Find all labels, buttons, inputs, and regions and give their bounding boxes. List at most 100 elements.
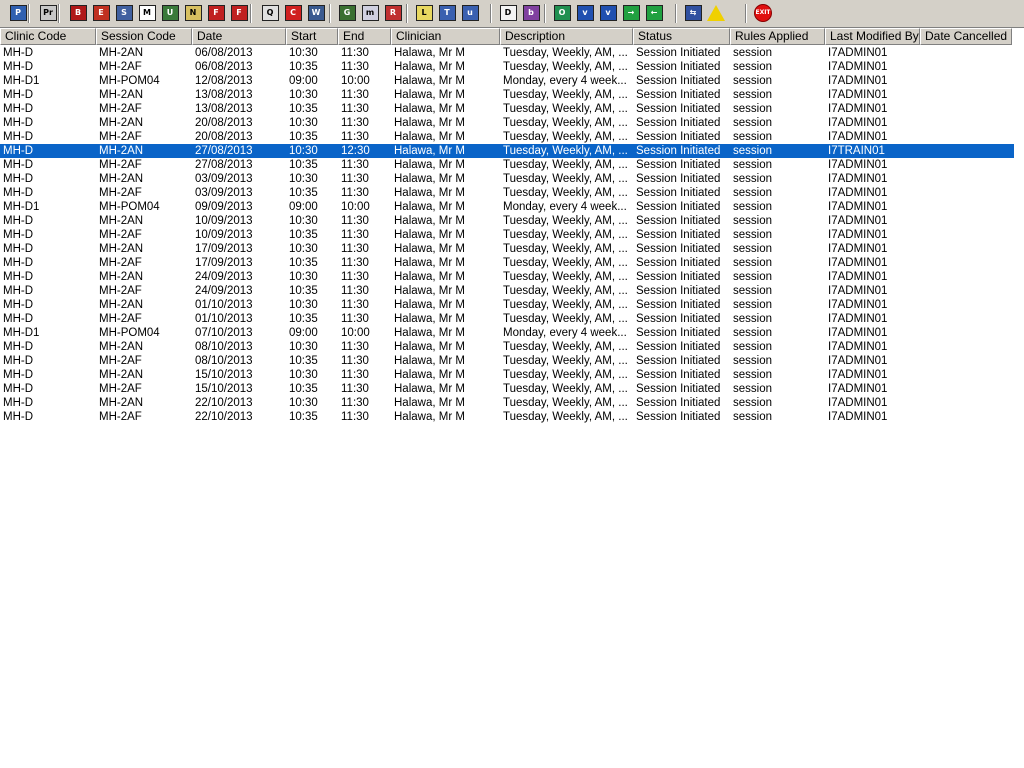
toolbar-button-window[interactable]: W <box>306 3 326 23</box>
cell-clinician: Halawa, Mr M <box>394 313 465 325</box>
flag-icon: F <box>207 5 225 21</box>
table-row[interactable]: MH-D MH-2AF 17/09/2013 10:35 11:30 Halawa, Mr… <box>0 256 1014 270</box>
toolbar-button-book[interactable]: B <box>68 3 88 23</box>
cell-date-cancelled <box>920 200 1012 214</box>
toolbar-button-transfer[interactable]: T <box>437 3 457 23</box>
toolbar-button-refresh[interactable]: R <box>383 3 403 23</box>
toolbar-button-patient[interactable]: P <box>8 3 28 23</box>
table-row[interactable]: MH-D MH-2AF 06/08/2013 10:35 11:30 Halawa, Mr… <box>0 60 1014 74</box>
column-header-status[interactable]: Status <box>633 28 730 45</box>
cell-start: 10:35 <box>289 285 318 297</box>
cell-status: Session Initiated <box>636 397 721 409</box>
toolbar-button-note[interactable]: N <box>183 3 203 23</box>
table-row[interactable]: MH-D MH-2AF 01/10/2013 10:35 11:30 Halawa, Mr… <box>0 312 1014 326</box>
table-row[interactable]: MH-D MH-2AF 08/10/2013 10:35 11:30 Halawa, Mr… <box>0 354 1014 368</box>
table-row[interactable]: MH-D MH-2AN 03/09/2013 10:30 11:30 Halawa, Mr… <box>0 172 1014 186</box>
toolbar-button-search[interactable]: Q <box>260 3 280 23</box>
toolbar-button-clock[interactable]: C <box>283 3 303 23</box>
cell-status: Session Initiated <box>636 173 721 185</box>
toolbar-button-check-window[interactable]: v <box>575 3 595 23</box>
toolbar-button-globe[interactable]: O <box>552 3 572 23</box>
book-icon: B <box>69 5 87 21</box>
cell-last-modified-by: I7ADMIN01 <box>828 173 888 185</box>
toolbar-button-back[interactable]: ← <box>644 3 664 23</box>
cell-description: Tuesday, Weekly, AM, ... <box>503 369 628 381</box>
cell-start: 10:35 <box>289 187 318 199</box>
toolbar-button-swap[interactable]: ⇆ <box>683 3 703 23</box>
table-row[interactable]: MH-D MH-2AF 03/09/2013 10:35 11:30 Halawa, Mr… <box>0 186 1014 200</box>
column-header-session-code[interactable]: Session Code <box>96 28 192 45</box>
flag-icon: F <box>230 5 248 21</box>
table-row[interactable]: MH-D1 MH-POM04 07/10/2013 09:00 10:00 Halawa,… <box>0 326 1014 340</box>
cell-date: 06/08/2013 <box>195 61 253 73</box>
cell-description: Tuesday, Weekly, AM, ... <box>503 341 628 353</box>
toolbar-button-chart[interactable]: G <box>337 3 357 23</box>
table-row[interactable]: MH-D1 MH-POM04 12/08/2013 09:00 10:00 Halawa,… <box>0 74 1014 88</box>
table-row[interactable]: MH-D MH-2AN 15/10/2013 10:30 11:30 Halawa, Mr… <box>0 368 1014 382</box>
toolbar-button-screen[interactable]: S <box>114 3 134 23</box>
table-row[interactable]: MH-D MH-2AF 24/09/2013 10:35 11:30 Halawa, Mr… <box>0 284 1014 298</box>
table-row[interactable]: MH-D MH-2AF 13/08/2013 10:35 11:30 Halawa, Mr… <box>0 102 1014 116</box>
column-header-clinician[interactable]: Clinician <box>391 28 500 45</box>
table-row[interactable]: MH-D MH-2AF 22/10/2013 10:35 11:30 Halawa, Mr… <box>0 410 1014 424</box>
column-header-rules-applied[interactable]: Rules Applied <box>730 28 825 45</box>
table-row[interactable]: MH-D1 MH-POM04 09/09/2013 09:00 10:00 Halawa,… <box>0 200 1014 214</box>
cell-clinician: Halawa, Mr M <box>394 215 465 227</box>
cell-clinician: Halawa, Mr M <box>394 229 465 241</box>
toolbar-button-flag[interactable]: F <box>206 3 226 23</box>
toolbar-button-print[interactable]: Pr <box>38 3 58 23</box>
cell-start: 10:35 <box>289 313 318 325</box>
table-row[interactable]: MH-D MH-2AN 10/09/2013 10:30 11:30 Halawa, Mr… <box>0 214 1014 228</box>
table-row[interactable]: MH-D MH-2AN 20/08/2013 10:30 11:30 Halawa, Mr… <box>0 116 1014 130</box>
table-row[interactable]: MH-D MH-2AF 10/09/2013 10:35 11:30 Halawa, Mr… <box>0 228 1014 242</box>
cell-date-cancelled <box>920 46 1012 60</box>
table-row[interactable]: MH-D MH-2AN 01/10/2013 10:30 11:30 Halawa, Mr… <box>0 298 1014 312</box>
column-header-date[interactable]: Date <box>192 28 286 45</box>
cell-clinic-code: MH-D1 <box>3 327 40 339</box>
table-row[interactable]: MH-D MH-2AN 06/08/2013 10:30 11:30 Halawa, Mr… <box>0 46 1014 60</box>
column-header-date-cancelled[interactable]: Date Cancelled <box>920 28 1012 45</box>
cell-status: Session Initiated <box>636 145 721 157</box>
toolbar-button-check-window[interactable]: v <box>598 3 618 23</box>
toolbar-button-mail[interactable]: M <box>137 3 157 23</box>
table-row-selected[interactable]: MH-D MH-2AN 27/08/2013 10:30 12:30 Halawa, Mr… <box>0 144 1014 158</box>
toolbar-button-edit-book[interactable]: E <box>91 3 111 23</box>
column-header-description[interactable]: Description <box>500 28 633 45</box>
cell-date: 10/09/2013 <box>195 215 253 227</box>
table-row[interactable]: MH-D MH-2AN 13/08/2013 10:30 11:30 Halawa, Mr… <box>0 88 1014 102</box>
toolbar-button-warning[interactable]: ! <box>706 3 726 23</box>
toolbar-button-document[interactable]: D <box>498 3 518 23</box>
cell-clinic-code: MH-D <box>3 383 34 395</box>
toolbar-button-message[interactable]: m <box>360 3 380 23</box>
toolbar-button-person[interactable]: U <box>160 3 180 23</box>
toolbar-button-flag[interactable]: F <box>229 3 249 23</box>
table-row[interactable]: MH-D MH-2AN 08/10/2013 10:30 11:30 Halawa, Mr… <box>0 340 1014 354</box>
cell-session-code: MH-2AF <box>99 131 142 143</box>
table-row[interactable]: MH-D MH-2AN 22/10/2013 10:30 11:30 Halawa, Mr… <box>0 396 1014 410</box>
cell-date: 17/09/2013 <box>195 243 253 255</box>
cell-start: 10:35 <box>289 257 318 269</box>
table-row[interactable]: MH-D MH-2AF 27/08/2013 10:35 11:30 Halawa, Mr… <box>0 158 1014 172</box>
column-header-last-modified-by[interactable]: Last Modified By <box>825 28 920 45</box>
cell-date-cancelled <box>920 116 1012 130</box>
column-header-end[interactable]: End <box>338 28 391 45</box>
toolbar-button-bar-chart[interactable]: b <box>521 3 541 23</box>
column-header-clinic-code[interactable]: Clinic Code <box>0 28 96 45</box>
cell-end: 11:30 <box>341 411 369 423</box>
cell-start: 10:30 <box>289 299 318 311</box>
cell-rules-applied: session <box>733 89 772 101</box>
toolbar-button-forward[interactable]: → <box>621 3 641 23</box>
toolbar-button-exit[interactable]: EXIT <box>753 3 773 23</box>
cell-date: 13/08/2013 <box>195 103 253 115</box>
toolbar-button-user-edit[interactable]: u <box>460 3 480 23</box>
table-row[interactable]: MH-D MH-2AF 15/10/2013 10:35 11:30 Halawa, Mr… <box>0 382 1014 396</box>
table-row[interactable]: MH-D MH-2AN 24/09/2013 10:30 11:30 Halawa, Mr… <box>0 270 1014 284</box>
toolbar-button-list[interactable]: L <box>414 3 434 23</box>
toolbar-separator <box>675 4 677 23</box>
sessions-grid: Clinic Code Session Code Date Start End Clini… <box>0 28 1024 768</box>
cell-clinician: Halawa, Mr M <box>394 131 465 143</box>
cell-last-modified-by: I7ADMIN01 <box>828 383 888 395</box>
table-row[interactable]: MH-D MH-2AF 20/08/2013 10:35 11:30 Halawa, Mr… <box>0 130 1014 144</box>
table-row[interactable]: MH-D MH-2AN 17/09/2013 10:30 11:30 Halawa, Mr… <box>0 242 1014 256</box>
column-header-start[interactable]: Start <box>286 28 338 45</box>
